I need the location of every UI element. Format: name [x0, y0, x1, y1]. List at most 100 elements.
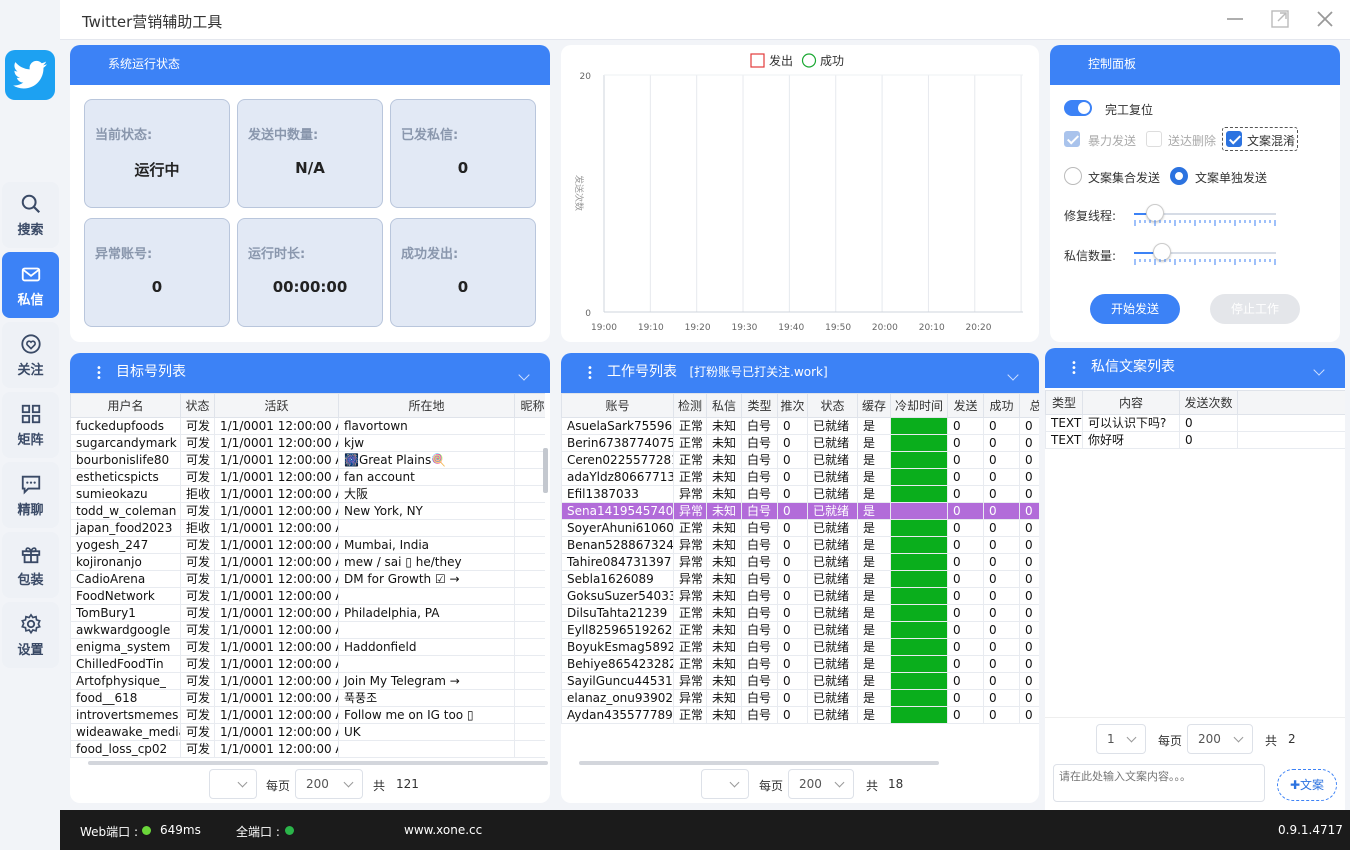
target-row[interactable]: food_loss_cp02可发1/1/0001 12:00:00 AM	[70, 740, 545, 758]
target-cell: todd_w_coleman	[70, 502, 181, 520]
nav-follow[interactable]: 关注	[2, 322, 59, 388]
target-row[interactable]: estheticspicts可发1/1/0001 12:00:00 AMfan …	[70, 468, 545, 486]
chevron-down-icon[interactable]	[518, 369, 530, 381]
target-row[interactable]: ChilledFoodTin可发1/1/0001 12:00:00 AM	[70, 655, 545, 673]
worker-per-page-select[interactable]: 200	[788, 769, 854, 799]
target-column-header[interactable]: 昵称	[514, 393, 545, 418]
nav-search[interactable]: 搜索	[2, 182, 59, 248]
worker-row[interactable]: adaYldz80667713 正常 未知 白号 0 已就绪是 0 0 0	[561, 468, 1039, 486]
worker-row[interactable]: Behiye865423282 正常 未知 白号 0 已就绪是 0 0 0	[561, 655, 1039, 673]
target-row[interactable]: todd_w_coleman可发1/1/0001 12:00:00 AMNew …	[70, 502, 545, 520]
target-row[interactable]: sugarcandymark可发1/1/0001 12:00:00 AMkjw	[70, 434, 545, 452]
nav-chat[interactable]: 精聊	[2, 462, 59, 528]
target-row[interactable]: wideawake_media可发1/1/0001 12:00:00 AMUK	[70, 723, 545, 741]
chevron-down-icon[interactable]	[1007, 369, 1019, 381]
worker-row[interactable]: SayilGuncu44531 异常 未知 白号 0 已就绪是 0 0 0	[561, 672, 1039, 690]
worker-hscroll[interactable]	[579, 761, 939, 765]
target-column-header[interactable]: 活跃	[214, 393, 339, 418]
target-row[interactable]: kojironanjo可发1/1/0001 12:00:00 AMmew / s…	[70, 553, 545, 571]
nav-messages[interactable]: 私信	[2, 252, 59, 318]
worker-row[interactable]: Sebla1626089 异常 未知 白号 0 已就绪是 0 0 0	[561, 570, 1039, 588]
single-send-radio[interactable]	[1170, 167, 1188, 185]
target-hscroll[interactable]	[88, 761, 548, 765]
target-cell: 可发	[180, 689, 215, 707]
message-column-header[interactable]: 内容	[1082, 390, 1180, 415]
nav-settings[interactable]: 设置	[2, 602, 59, 668]
worker-cell	[890, 502, 948, 520]
worker-column-header[interactable]: 成功	[983, 393, 1020, 418]
target-row[interactable]: FoodNetwork可发1/1/0001 12:00:00 AM	[70, 587, 545, 605]
maximize-button[interactable]	[1269, 9, 1291, 31]
add-message-button[interactable]: ✚文案	[1277, 769, 1337, 801]
minimize-button[interactable]	[1224, 9, 1246, 31]
site-link[interactable]: www.xone.cc	[404, 823, 482, 837]
target-cell	[514, 553, 545, 571]
target-row[interactable]: introvertsmemes可发1/1/0001 12:00:00 AMFol…	[70, 706, 545, 724]
worker-row[interactable]: Tahire084731397 异常 未知 白号 0 已就绪是 0 0 0	[561, 553, 1039, 571]
message-column-header[interactable]: 类型	[1045, 390, 1083, 415]
target-row[interactable]: enigma_system可发1/1/0001 12:00:00 AMHaddo…	[70, 638, 545, 656]
target-row[interactable]: awkwardgoogle可发1/1/0001 12:00:00 AM	[70, 621, 545, 639]
message-per-page-select[interactable]: 200	[1187, 724, 1253, 754]
target-page-select[interactable]	[209, 769, 257, 799]
worker-column-header[interactable]: 私信	[706, 393, 742, 418]
message-column-header[interactable]	[1237, 390, 1345, 415]
delete-after-delivery-checkbox[interactable]	[1146, 131, 1162, 147]
target-row[interactable]: TomBury1可发1/1/0001 12:00:00 AMPhiladelph…	[70, 604, 545, 622]
worker-column-header[interactable]: 类型	[741, 393, 778, 418]
worker-row[interactable]: BoyukEsmag58923 正常 未知 白号 0 已就绪是 0 0 0	[561, 638, 1039, 656]
worker-column-header[interactable]: 状态	[807, 393, 858, 418]
target-column-header[interactable]: 用户名	[70, 393, 181, 418]
target-row[interactable]: japan_food2023拒收1/1/0001 12:00:00 AM	[70, 519, 545, 537]
target-column-header[interactable]: 所在地	[338, 393, 515, 418]
target-per-page-select[interactable]: 200	[295, 769, 363, 799]
stop-work-button[interactable]: 停止工作	[1210, 294, 1300, 324]
target-row[interactable]: Artofphysique_可发1/1/0001 12:00:00 AMJoin…	[70, 672, 545, 690]
start-send-button[interactable]: 开始发送	[1090, 294, 1180, 324]
text-obfuscation-checkbox[interactable]	[1226, 131, 1242, 147]
target-cell: 1/1/0001 12:00:00 AM	[214, 434, 339, 452]
worker-row[interactable]: Sena1419545740 异常 未知 白号 0 已就绪是 0 0 0	[561, 502, 1039, 520]
worker-cell: 0	[983, 536, 1020, 554]
worker-column-header[interactable]: 发送	[947, 393, 984, 418]
worker-column-header[interactable]: 检测	[673, 393, 707, 418]
nav-matrix[interactable]: 矩阵	[2, 392, 59, 458]
reset-on-finish-toggle[interactable]	[1064, 100, 1092, 116]
close-button[interactable]	[1314, 9, 1336, 31]
target-row[interactable]: sumieokazu拒收1/1/0001 12:00:00 AM大阪	[70, 485, 545, 503]
worker-row[interactable]: Berin6738774075 正常 未知 白号 0 已就绪是 0 0 0	[561, 434, 1039, 452]
message-page-select[interactable]: 1	[1096, 724, 1146, 754]
worker-row[interactable]: AsuelaSark75596 正常 未知 白号 0 已就绪是 0 0 0	[561, 417, 1039, 435]
target-row[interactable]: CadioArena可发1/1/0001 12:00:00 AMDM for G…	[70, 570, 545, 588]
worker-column-header[interactable]: 推次	[777, 393, 808, 418]
nav-package[interactable]: 包装	[2, 532, 59, 598]
worker-column-header[interactable]: 冷却时间	[890, 393, 948, 418]
worker-row[interactable]: Efil1387033 异常 未知 白号 0 已就绪是 0 0 0	[561, 485, 1039, 503]
worker-row[interactable]: Aydan4355777894 正常 未知 白号 0 已就绪是 0 0 0	[561, 706, 1039, 724]
message-row[interactable]: TEXT 可以认识下吗? 0	[1045, 414, 1345, 432]
chevron-down-icon[interactable]	[1313, 364, 1325, 376]
force-send-checkbox[interactable]	[1064, 131, 1080, 147]
message-content-input[interactable]	[1053, 764, 1265, 802]
target-row[interactable]: fuckedupfoods可发1/1/0001 12:00:00 AMflavo…	[70, 417, 545, 435]
worker-cell: 是	[857, 485, 891, 503]
worker-column-header[interactable]: 总	[1019, 393, 1039, 418]
target-column-header[interactable]: 状态	[180, 393, 215, 418]
target-row[interactable]: bourbonislife80可发1/1/0001 12:00:00 AM🎆Gr…	[70, 451, 545, 469]
collection-send-radio[interactable]	[1064, 167, 1082, 185]
target-vscroll[interactable]	[543, 448, 548, 493]
message-column-header[interactable]: 发送次数	[1179, 390, 1238, 415]
worker-row[interactable]: Ceren0225577281 正常 未知 白号 0 已就绪是 0 0 0	[561, 451, 1039, 469]
worker-row[interactable]: Benan5288673243 异常 未知 白号 0 已就绪是 0 0 0	[561, 536, 1039, 554]
target-row[interactable]: yogesh_247可发1/1/0001 12:00:00 AMMumbai, …	[70, 536, 545, 554]
worker-row[interactable]: elanaz_onu93902 异常 未知 白号 0 已就绪是 0 0 0	[561, 689, 1039, 707]
worker-column-header[interactable]: 缓存	[857, 393, 891, 418]
worker-page-select[interactable]	[701, 769, 749, 799]
worker-column-header[interactable]: 账号	[561, 393, 674, 418]
message-row[interactable]: TEXT 你好呀 0	[1045, 431, 1345, 449]
target-row[interactable]: food__618可发1/1/0001 12:00:00 AM푹풍조	[70, 689, 545, 707]
worker-row[interactable]: Eyll82596519262 正常 未知 白号 0 已就绪是 0 0 0	[561, 621, 1039, 639]
worker-row[interactable]: DilsuTahta21239 正常 未知 白号 0 已就绪是 0 0 0	[561, 604, 1039, 622]
worker-row[interactable]: GoksuSuzer54033 异常 未知 白号 0 已就绪是 0 0 0	[561, 587, 1039, 605]
worker-row[interactable]: SoyerAhuni61060 正常 未知 白号 0 已就绪是 0 0 0	[561, 519, 1039, 537]
